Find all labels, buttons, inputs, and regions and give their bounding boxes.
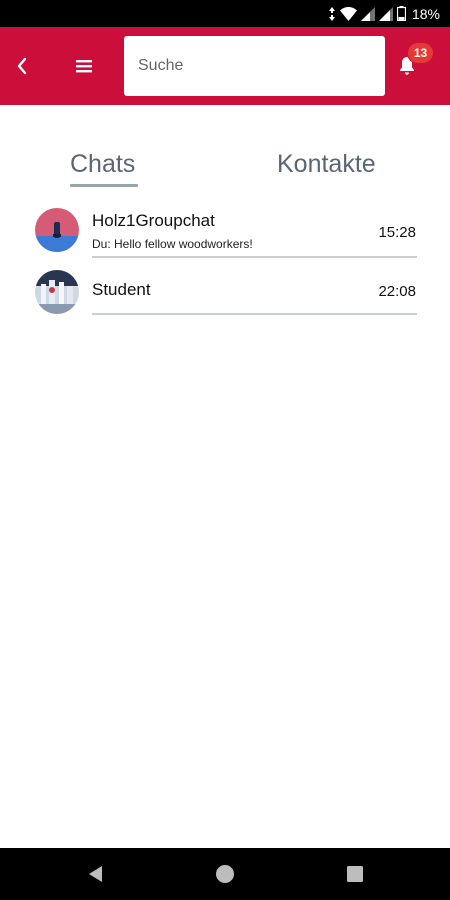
chat-timestamp: 15:28 — [378, 224, 416, 241]
battery-percent: 18% — [411, 5, 440, 22]
battery-icon — [396, 6, 406, 21]
status-bar: 18% — [0, 0, 450, 27]
chat-name: Holz1Groupchat — [92, 211, 215, 230]
tab-bar: Chats Kontakte — [0, 140, 450, 190]
back-button[interactable] — [4, 46, 40, 86]
divider — [92, 256, 417, 258]
app-screen: 18% 13 Chats Ko — [0, 0, 450, 900]
search-input[interactable] — [124, 36, 385, 96]
chat-item-student[interactable]: Student 22:08 — [0, 268, 450, 328]
nav-home-button[interactable] — [213, 862, 237, 886]
app-bar: 13 — [0, 27, 450, 105]
chat-last-message: Du: Hello fellow woodworkers! — [92, 237, 253, 251]
nav-home-icon — [216, 865, 234, 883]
signal-icon — [378, 6, 393, 21]
divider — [92, 313, 417, 315]
search-box — [124, 36, 385, 96]
notification-count-badge: 13 — [408, 43, 433, 63]
status-icons: 18% — [328, 0, 440, 27]
chat-name: Student — [92, 280, 151, 299]
hamburger-menu-icon — [76, 60, 92, 73]
nav-back-icon — [89, 866, 102, 882]
menu-button[interactable] — [66, 46, 102, 86]
tab-contacts[interactable]: Kontakte — [277, 150, 376, 179]
active-tab-indicator — [70, 184, 138, 187]
avatar — [35, 208, 79, 252]
avatar — [35, 270, 79, 314]
chat-item-holz1groupchat[interactable]: Holz1Groupchat Du: Hello fellow woodwork… — [0, 200, 450, 260]
chat-timestamp: 22:08 — [378, 283, 416, 300]
signal-icon — [360, 6, 375, 21]
chevron-left-icon — [17, 57, 27, 75]
nav-back-button[interactable] — [85, 862, 109, 886]
data-arrows-icon — [328, 6, 336, 21]
nav-recent-apps-button[interactable] — [343, 862, 367, 886]
tab-chats[interactable]: Chats — [70, 150, 135, 179]
wifi-icon — [339, 6, 357, 21]
notifications-button[interactable]: 13 — [392, 43, 440, 87]
system-nav-bar — [0, 848, 450, 900]
nav-recent-apps-icon — [347, 866, 363, 882]
